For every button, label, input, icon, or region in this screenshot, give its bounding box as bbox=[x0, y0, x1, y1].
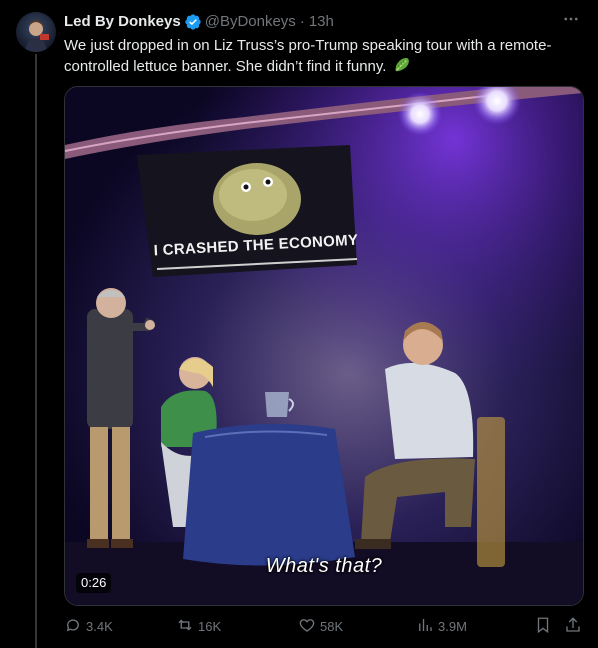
share-icon[interactable] bbox=[564, 616, 584, 636]
bookmark-icon[interactable] bbox=[534, 616, 554, 636]
like-icon bbox=[298, 616, 320, 637]
action-bar: 3.4K 16K 58K 3.9M bbox=[64, 612, 584, 642]
verified-badge-icon bbox=[184, 13, 202, 31]
views-count: 3.9M bbox=[438, 618, 467, 634]
like-count: 58K bbox=[320, 618, 344, 634]
video-player[interactable]: I CRASHED THE ECONOMY What's that? 0:26 bbox=[64, 86, 584, 606]
avatar[interactable] bbox=[16, 12, 56, 52]
repost-count: 16K bbox=[198, 618, 222, 634]
repost-button[interactable]: 16K bbox=[176, 616, 221, 636]
thread-line bbox=[35, 54, 37, 648]
repost-icon bbox=[176, 616, 198, 637]
views-icon bbox=[416, 616, 438, 637]
author-handle[interactable]: @ByDonkeys bbox=[205, 12, 296, 32]
video-duration: 0:26 bbox=[76, 573, 112, 593]
views-button[interactable]: 3.9M bbox=[416, 616, 467, 636]
tweet-text: We just dropped in on Liz Truss’s pro-Tr… bbox=[64, 37, 552, 75]
reply-button[interactable]: 3.4K bbox=[64, 616, 113, 636]
like-button[interactable]: 58K bbox=[298, 616, 343, 636]
separator-dot: · bbox=[299, 13, 305, 30]
author-name[interactable]: Led By Donkeys bbox=[64, 12, 181, 32]
tweet-body: We just dropped in on Liz Truss’s pro-Tr… bbox=[64, 36, 574, 77]
video-subtitle: What's that? bbox=[265, 555, 383, 577]
tweet-header: Led By Donkeys @ByDonkeys · 13h bbox=[64, 12, 582, 32]
lettuce-emoji bbox=[393, 56, 411, 74]
reply-count: 3.4K bbox=[86, 618, 113, 634]
reply-icon bbox=[64, 616, 86, 637]
more-icon[interactable] bbox=[560, 10, 582, 32]
tweet-timestamp[interactable]: 13h bbox=[309, 12, 334, 32]
